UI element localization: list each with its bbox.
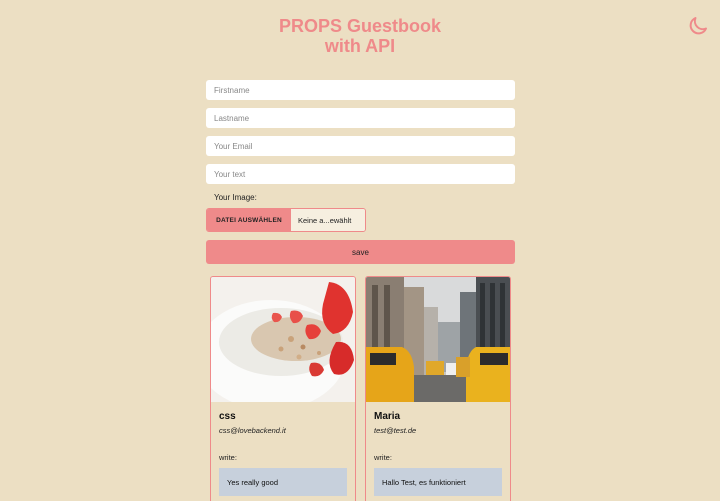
entry-message: Hallo Test, es funktioniert <box>374 468 502 496</box>
text-input[interactable] <box>206 164 515 184</box>
entry-card: Maria test@test.de write: Hallo Test, es… <box>365 276 511 501</box>
entry-message: Yes really good <box>219 468 347 496</box>
theme-toggle-button[interactable] <box>686 14 710 38</box>
lastname-input[interactable] <box>206 108 515 128</box>
page-title-line-2: with API <box>324 36 396 56</box>
entry-name: Maria <box>374 411 401 422</box>
yogurt-strawberry-photo <box>211 277 355 402</box>
file-picker[interactable]: DATEI AUSWÄHLEN Keine a...ewählt <box>206 208 366 232</box>
entry-card: css css@lovebackend.it write: Yes really… <box>210 276 356 501</box>
page-title: PROPS Guestbook with API <box>0 16 720 56</box>
entry-write-label: write: <box>219 453 237 462</box>
city-taxi-photo <box>366 277 510 402</box>
page-title-line-1: PROPS Guestbook <box>278 16 442 36</box>
entry-write-label: write: <box>374 453 392 462</box>
choose-file-button[interactable]: DATEI AUSWÄHLEN <box>207 209 291 231</box>
entry-name: css <box>219 411 236 422</box>
email-input[interactable] <box>206 136 515 156</box>
file-name-display: Keine a...ewählt <box>291 209 365 231</box>
entry-email: css@lovebackend.it <box>219 426 286 435</box>
save-button[interactable]: save <box>206 240 515 264</box>
moon-icon <box>689 17 707 35</box>
guestbook-form: Your Image: DATEI AUSWÄHLEN Keine a...ew… <box>206 80 515 264</box>
image-label: Your Image: <box>214 193 257 202</box>
entries-list: css css@lovebackend.it write: Yes really… <box>210 276 511 501</box>
firstname-input[interactable] <box>206 80 515 100</box>
entry-email: test@test.de <box>374 426 417 435</box>
